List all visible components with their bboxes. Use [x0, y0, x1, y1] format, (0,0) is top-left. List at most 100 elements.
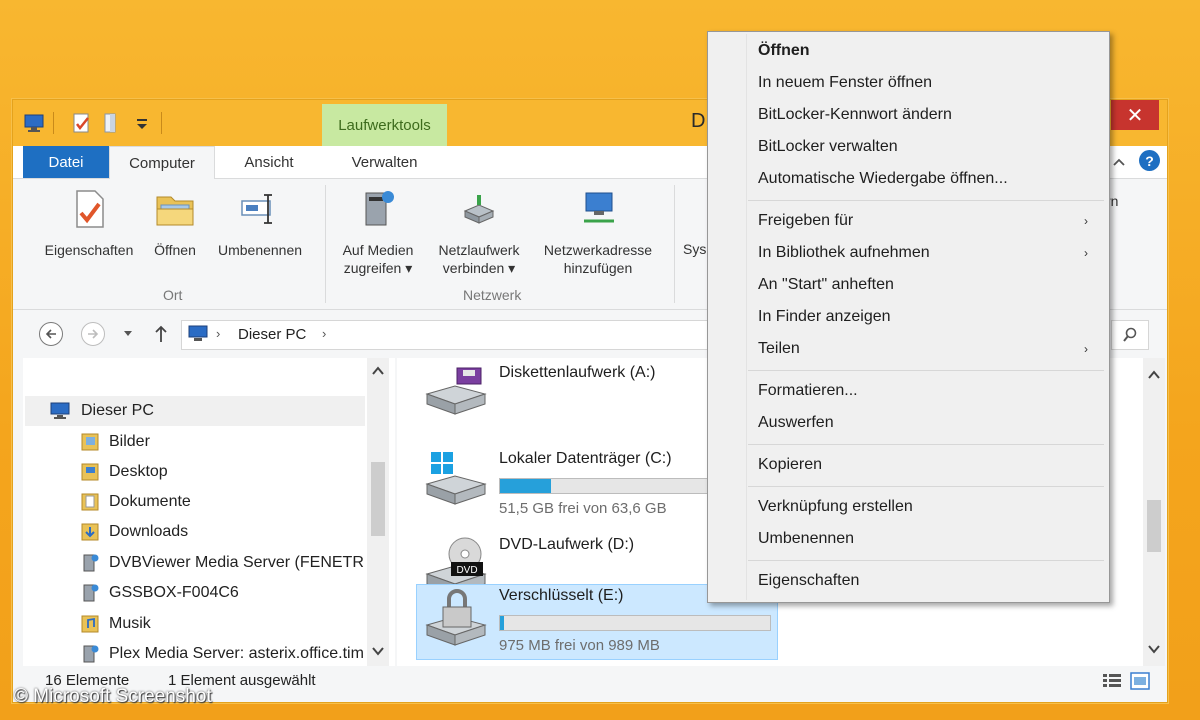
menu-separator [748, 444, 1104, 445]
menu-item-share-with[interactable]: Freigeben für [758, 212, 853, 230]
tab-computer[interactable]: Computer [109, 146, 215, 180]
tab-verwalten[interactable]: Verwalten [322, 146, 447, 178]
drive-name: Verschlüsselt (E:) [499, 587, 624, 604]
toolbar-separator [161, 112, 162, 134]
group-label-netzwerk: Netzwerk [463, 287, 522, 303]
breadcrumb-separator-icon[interactable]: › [322, 326, 326, 341]
drive-free-space: 975 MB frei von 989 MB [499, 637, 660, 654]
floppy-drive-icon [425, 367, 487, 415]
breadcrumb-dieser-pc[interactable]: Dieser PC [238, 326, 306, 343]
chevron-up-icon[interactable] [1148, 370, 1160, 380]
media-server-icon [365, 191, 394, 226]
menu-gutter-line [746, 34, 747, 600]
pictures-folder-icon [81, 433, 99, 451]
group-label-ort: Ort [163, 287, 183, 303]
menu-item-copy[interactable]: Kopieren [758, 456, 822, 474]
open-button[interactable]: Öffnen [147, 187, 203, 259]
nav-item-dieser-pc[interactable]: Dieser PC [25, 396, 365, 426]
menu-item-share[interactable]: Teilen [758, 340, 800, 358]
menu-separator [748, 200, 1104, 201]
menu-separator [748, 370, 1104, 371]
media-server-icon [83, 584, 99, 602]
chevron-down-icon[interactable] [131, 112, 153, 134]
media-server-icon [83, 645, 99, 663]
help-icon[interactable]: ? [1139, 150, 1160, 171]
copyright-watermark: © Microsoft Screenshot [14, 686, 212, 707]
rename-icon [241, 194, 272, 224]
close-button[interactable]: ✕ [1111, 100, 1159, 130]
breadcrumb-separator-icon[interactable]: › [216, 326, 220, 341]
open-folder-icon [156, 196, 194, 226]
computer-icon [188, 325, 208, 341]
access-media-button[interactable]: Auf Medien zugreifen ▾ [331, 187, 425, 277]
menu-separator [748, 486, 1104, 487]
map-network-drive-button[interactable]: Netzlaufwerk verbinden ▾ [427, 187, 531, 277]
chevron-up-icon[interactable] [372, 366, 384, 376]
menu-item-create-shortcut[interactable]: Verknüpfung erstellen [758, 498, 913, 516]
tab-ansicht[interactable]: Ansicht [221, 146, 317, 178]
content-scroll-thumb[interactable] [1147, 500, 1161, 552]
arrow-up-icon[interactable] [153, 324, 169, 344]
search-input[interactable] [1111, 320, 1149, 350]
group-separator [325, 185, 326, 303]
windows-drive-icon [425, 452, 487, 505]
menu-item-bitlocker-password[interactable]: BitLocker-Kennwort ändern [758, 106, 952, 124]
chevron-up-icon[interactable] [1111, 154, 1127, 170]
drive-free-space: 51,5 GB frei von 63,6 GB [499, 500, 667, 517]
forward-button[interactable] [81, 322, 105, 346]
details-view-icon[interactable] [1103, 674, 1121, 687]
properties-button[interactable]: Eigenschaften [35, 187, 143, 259]
navigation-pane: Dieser PC Bilder Desktop Dokumente Downl… [23, 358, 395, 666]
address-bar[interactable]: › Dieser PC › [181, 320, 713, 350]
properties-icon[interactable] [71, 112, 93, 134]
menu-separator [748, 560, 1104, 561]
computer-icon[interactable] [23, 112, 45, 134]
back-button[interactable] [39, 322, 63, 346]
content-scrollbar[interactable] [1143, 358, 1165, 666]
new-folder-icon[interactable] [101, 112, 123, 134]
chevron-down-icon[interactable] [372, 646, 384, 656]
submenu-arrow-icon: › [1084, 214, 1088, 228]
arrow-left-icon [45, 329, 56, 339]
dvd-badge: DVD [456, 565, 477, 576]
arrow-right-icon [88, 329, 99, 339]
toolbar-separator [53, 112, 54, 134]
menu-item-open[interactable]: Öffnen [758, 42, 810, 60]
submenu-arrow-icon: › [1084, 246, 1088, 260]
menu-item-show-in-finder[interactable]: In Finder anzeigen [758, 308, 891, 326]
drive-name: DVD-Laufwerk (D:) [499, 536, 635, 553]
media-server-icon [83, 554, 99, 572]
menu-item-include-library[interactable]: In Bibliothek aufnehmen [758, 244, 930, 262]
menu-item-open-new-window[interactable]: In neuem Fenster öffnen [758, 74, 932, 92]
contextual-tab-header: Laufwerktools [322, 104, 447, 146]
nav-item-dvbviewer[interactable]: DVBViewer Media Server (FENETRIX [81, 548, 365, 578]
tab-datei[interactable]: Datei [23, 146, 109, 178]
documents-folder-icon [81, 493, 99, 511]
drive-usage-fill [500, 616, 504, 630]
network-drive-icon [463, 195, 495, 224]
chevron-down-icon[interactable] [123, 330, 133, 338]
menu-item-pin-start[interactable]: An "Start" anheften [758, 276, 894, 294]
menu-item-autoplay[interactable]: Automatische Wiedergabe öffnen... [758, 170, 1008, 188]
chevron-down-icon[interactable] [1148, 644, 1160, 654]
tiles-view-icon[interactable] [1130, 672, 1150, 690]
window-title: D [691, 110, 706, 132]
network-location-icon [584, 192, 614, 223]
locked-drive-icon [425, 589, 487, 646]
drive-name: Lokaler Datenträger (C:) [499, 450, 672, 467]
menu-item-eject[interactable]: Auswerfen [758, 414, 834, 432]
desktop-folder-icon [81, 463, 99, 481]
menu-item-format[interactable]: Formatieren... [758, 382, 858, 400]
rename-button[interactable]: Umbenennen [207, 187, 313, 259]
nav-scroll-thumb[interactable] [371, 462, 385, 536]
menu-item-rename[interactable]: Umbenennen [758, 530, 854, 548]
computer-icon [50, 402, 70, 419]
nav-item-plex[interactable]: Plex Media Server: asterix.office.tim [81, 639, 365, 669]
menu-item-properties[interactable]: Eigenschaften [758, 572, 859, 590]
nav-scrollbar[interactable] [367, 358, 389, 666]
menu-item-bitlocker-manage[interactable]: BitLocker verwalten [758, 138, 898, 156]
drive-usage-bar [499, 615, 771, 631]
group-separator [674, 185, 675, 303]
search-icon [1123, 327, 1137, 342]
add-network-location-button[interactable]: Netzwerkadresse hinzufügen [533, 187, 663, 277]
